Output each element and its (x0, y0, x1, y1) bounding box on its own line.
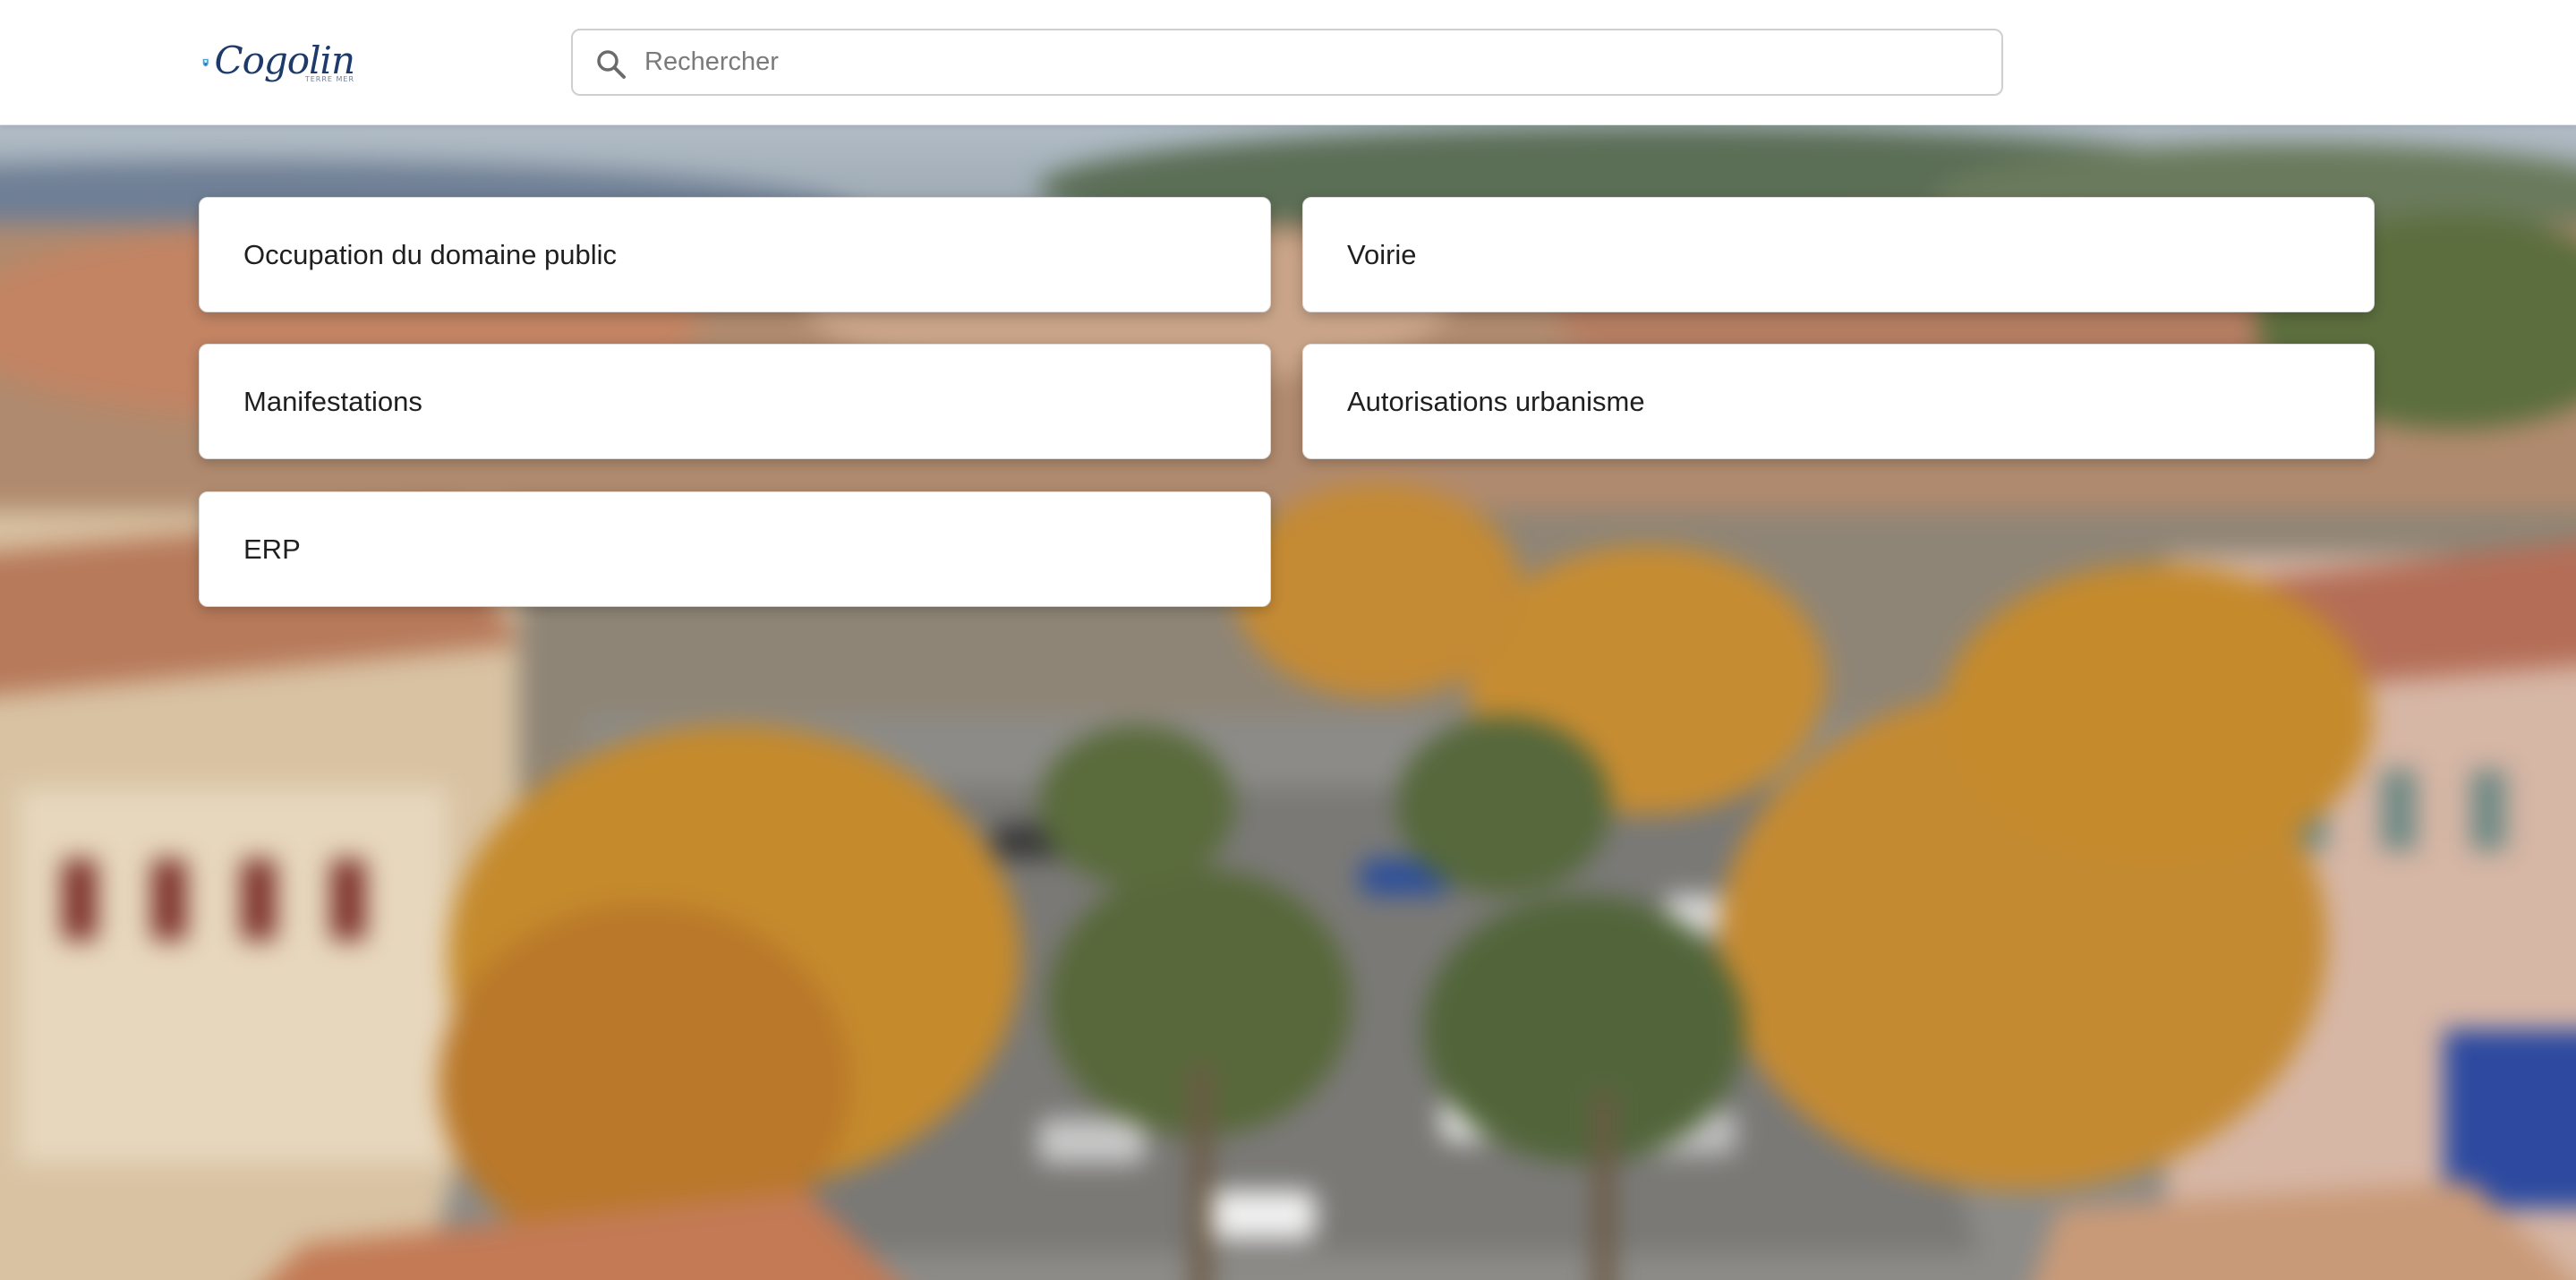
category-card-erp[interactable]: ERP (199, 491, 1271, 607)
category-card-urbanisme[interactable]: Autorisations urbanisme (1302, 344, 2375, 459)
logo-wordmark: Cogolin (214, 38, 355, 82)
category-card-occupation[interactable]: Occupation du domaine public (199, 197, 1271, 312)
category-card-voirie[interactable]: Voirie (1302, 197, 2375, 312)
category-card-manifestations[interactable]: Manifestations (199, 344, 1271, 459)
category-label: Autorisations urbanisme (1347, 385, 1645, 417)
search-input[interactable] (573, 30, 2001, 94)
category-label: Manifestations (243, 385, 422, 417)
shield-logo-icon (202, 58, 209, 67)
hero-background: Occupation du domaine public Voirie Mani… (0, 125, 2576, 1280)
category-label: ERP (243, 533, 301, 565)
category-label: Voirie (1347, 238, 1417, 270)
logo-tagline: TERRE MER (304, 75, 354, 83)
site-header: Cogolin TERRE MER (0, 0, 2576, 125)
cogolin-logo[interactable]: Cogolin TERRE MER (202, 36, 355, 90)
search-icon (597, 50, 626, 79)
category-label: Occupation du domaine public (243, 238, 618, 270)
search-bar (571, 29, 2003, 96)
